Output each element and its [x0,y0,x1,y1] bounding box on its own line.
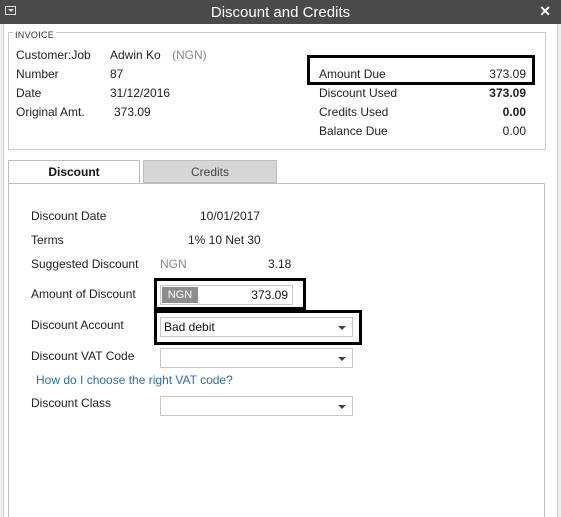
amount-due-value: 373.09 [489,67,526,81]
tab-credits[interactable]: Credits [143,160,277,183]
chevron-down-icon[interactable] [338,357,346,361]
discount-class-dropdown[interactable] [160,396,353,416]
chevron-down-icon[interactable] [338,405,346,409]
suggested-discount-label: Suggested Discount [31,257,139,271]
close-icon[interactable]: ✕ [539,3,551,20]
discount-class-label: Discount Class [31,396,112,410]
customer-value: Adwin Ko [110,48,161,62]
vat-code-help-link[interactable]: How do I choose the right VAT code? [36,373,233,387]
discount-date-value: 10/01/2017 [200,209,261,223]
window-frame-left [0,24,4,517]
title-bar: Discount and Credits ✕ [0,0,561,24]
original-amount-label: Original Amt. [16,105,85,119]
window-title: Discount and Credits [210,4,351,21]
terms-label: Terms [31,233,64,247]
amount-due-label: Amount Due [319,67,386,81]
suggested-discount-currency: NGN [160,257,187,271]
credits-used-label: Credits Used [319,105,389,119]
date-label: Date [16,86,42,100]
suggested-discount-value: 3.18 [268,257,292,271]
discount-vat-code-dropdown[interactable] [160,348,353,368]
amount-currency-badge: NGN [162,287,198,303]
discount-used-label: Discount Used [319,86,398,100]
invoice-header: INVOICE [13,30,57,40]
number-label: Number [16,67,59,81]
date-value: 31/12/2016 [110,86,171,100]
number-value: 87 [110,67,124,81]
discount-account-label: Discount Account [31,318,124,332]
balance-due-label: Balance Due [319,124,388,138]
chevron-down-icon[interactable] [338,326,346,330]
amount-of-discount-input[interactable]: NGN 373.09 [160,285,293,305]
balance-due-value: 0.00 [502,124,526,138]
discount-used-value: 373.09 [489,86,526,100]
credits-used-value: 0.00 [502,105,526,119]
customer-label: Customer:Job [16,48,91,62]
window-frame-right [557,24,561,517]
amount-of-discount-label: Amount of Discount [31,287,136,301]
amount-of-discount-value: 373.09 [251,288,288,302]
discount-account-dropdown[interactable]: Bad debit [160,317,353,337]
tab-discount[interactable]: Discount [8,160,140,183]
discount-vat-code-label: Discount VAT Code [31,349,135,363]
customer-currency: (NGN) [172,48,207,62]
original-amount-value: 373.09 [114,105,151,119]
discount-account-value: Bad debit [164,320,215,334]
terms-value: 1% 10 Net 30 [188,233,261,247]
discount-date-label: Discount Date [31,209,107,223]
